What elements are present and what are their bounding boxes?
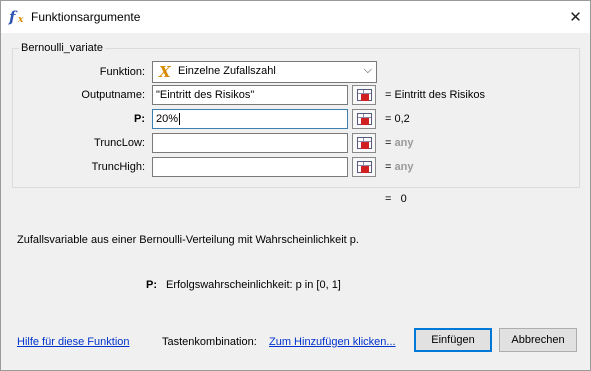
function-select[interactable]: X Einzelne Zufallszahl ⌵ bbox=[152, 61, 377, 83]
formula-result: = 0 bbox=[385, 193, 407, 205]
title-bar: fx Funktionsargumente ✕ bbox=[1, 1, 590, 33]
p-range-button[interactable] bbox=[352, 109, 376, 129]
trunclow-result: = any bbox=[385, 137, 414, 149]
insert-button[interactable]: Einfügen bbox=[414, 328, 492, 352]
function-icon: fx bbox=[9, 8, 24, 26]
function-description: Zufallsvariable aus einer Bernoulli-Vert… bbox=[17, 234, 359, 246]
trunchigh-result: = any bbox=[385, 161, 414, 173]
dialog-title: Funktionsargumente bbox=[31, 10, 141, 24]
outputname-label: Outputname: bbox=[81, 89, 145, 101]
help-link[interactable]: Hilfe für diese Funktion bbox=[17, 336, 130, 348]
outputname-range-button[interactable] bbox=[352, 85, 376, 105]
outputname-input[interactable]: "Eintritt des Risikos" bbox=[152, 85, 348, 105]
chevron-down-icon[interactable]: ⌵ bbox=[364, 64, 372, 77]
trunclow-range-button[interactable] bbox=[352, 133, 376, 153]
function-select-value: Einzelne Zufallszahl bbox=[178, 65, 276, 77]
cancel-button[interactable]: Abbrechen bbox=[499, 328, 577, 352]
outputname-result: = Eintritt des Risikos bbox=[385, 89, 485, 101]
trunclow-input[interactable] bbox=[152, 133, 348, 153]
function-arguments-dialog: fx Funktionsargumente ✕ Bernoulli_variat… bbox=[0, 0, 591, 371]
param-help-name: P: bbox=[146, 279, 157, 291]
distribution-x-icon: X bbox=[159, 63, 171, 81]
group-legend: Bernoulli_variate bbox=[19, 42, 105, 54]
trunclow-label: TruncLow: bbox=[94, 137, 145, 149]
p-label: P: bbox=[134, 113, 145, 125]
p-input[interactable]: 20% bbox=[152, 109, 348, 129]
param-help-text: Erfolgswahrscheinlichkeit: p in [0, 1] bbox=[166, 279, 341, 291]
close-icon: ✕ bbox=[569, 9, 582, 26]
p-result: = 0,2 bbox=[385, 113, 410, 125]
shortcut-link[interactable]: Zum Hinzufügen klicken... bbox=[269, 336, 396, 348]
shortcut-label: Tastenkombination: bbox=[162, 336, 257, 348]
trunchigh-label: TruncHigh: bbox=[91, 161, 145, 173]
close-button[interactable]: ✕ bbox=[561, 1, 590, 33]
trunchigh-input[interactable] bbox=[152, 157, 348, 177]
function-label: Funktion: bbox=[99, 66, 145, 78]
trunchigh-range-button[interactable] bbox=[352, 157, 376, 177]
